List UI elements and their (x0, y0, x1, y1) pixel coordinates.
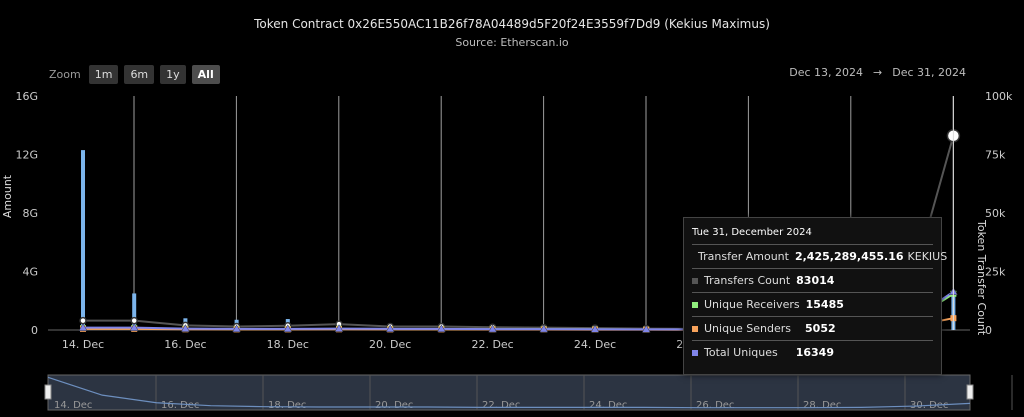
tooltip-value: 83014 (796, 274, 835, 287)
tooltip-value: 15485 (805, 298, 844, 311)
series-swatch (692, 325, 698, 332)
x-tick-label: 18. Dec (267, 338, 309, 351)
series-swatch (692, 349, 698, 356)
series-point (130, 316, 138, 325)
y-left-tick-label: 12G (15, 149, 38, 162)
tooltip-label: Transfer Amount (698, 250, 789, 263)
y-left-tick-label: 8G (22, 207, 38, 220)
navigator-handle-right (966, 384, 974, 400)
x-tick-label: 22. Dec (471, 338, 513, 351)
y-left-tick-label: 16G (15, 90, 38, 103)
x-tick-label: 16. Dec (164, 338, 206, 351)
tooltip-row-total-uniques: Total Uniques 16349 (692, 340, 933, 364)
tooltip-row-unique-receivers: Unique Receivers 15485 (692, 292, 933, 316)
tooltip-row-unique-senders: Unique Senders 5052 (692, 316, 933, 340)
tooltip-date: Tue 31, December 2024 (692, 227, 812, 238)
x-tick-label: 20. Dec (369, 338, 411, 351)
navigator-handle-left (44, 384, 52, 400)
navigator-tick-label: 18. Dec (268, 400, 306, 411)
tooltip-row-transfer-amount: Transfer Amount 2,425,289,455.16 KEKIUS (692, 244, 947, 268)
navigator-tick-label: 16. Dec (161, 400, 199, 411)
tooltip-unit: KEKIUS (907, 250, 948, 263)
tooltip-label: Unique Senders (704, 322, 792, 335)
series-swatch (692, 301, 698, 308)
y-right-tick-label: 50k (985, 207, 1006, 220)
navigator-tick-label: 22. Dec (482, 400, 520, 411)
tooltip: Tue 31, December 2024 Transfer Amount 2,… (683, 217, 947, 375)
tooltip-label: Unique Receivers (704, 298, 800, 311)
y-left-tick-label: 0 (31, 324, 38, 337)
navigator-tick-label: 24. Dec (589, 400, 627, 411)
series-point (79, 316, 87, 325)
tooltip-value: 5052 (805, 322, 836, 335)
tooltip-value: 2,425,289,455.16 (794, 250, 904, 263)
tooltip-value: 16349 (795, 346, 834, 359)
navigator-tick-label: 20. Dec (375, 400, 413, 411)
y-right-tick-label: 25k (985, 266, 1006, 279)
tooltip-row-transfers-count: Transfers Count 83014 (692, 268, 933, 292)
x-tick-label: 14. Dec (62, 338, 104, 351)
y-left-tick-label: 4G (22, 266, 38, 279)
series-swatch (692, 277, 698, 284)
navigator-tick-label: 28. Dec (803, 400, 841, 411)
y-right-tick-label: 75k (985, 149, 1006, 162)
tooltip-label: Total Uniques (704, 346, 778, 359)
y-right-tick-label: 100k (985, 90, 1013, 103)
y-right-tick-label: 0 (985, 324, 992, 337)
navigator-tick-label: 14. Dec (54, 400, 92, 411)
navigator-tick-label: 26. Dec (696, 400, 734, 411)
tooltip-label: Transfers Count (704, 274, 791, 287)
x-tick-label: 24. Dec (574, 338, 616, 351)
bar (81, 150, 85, 330)
